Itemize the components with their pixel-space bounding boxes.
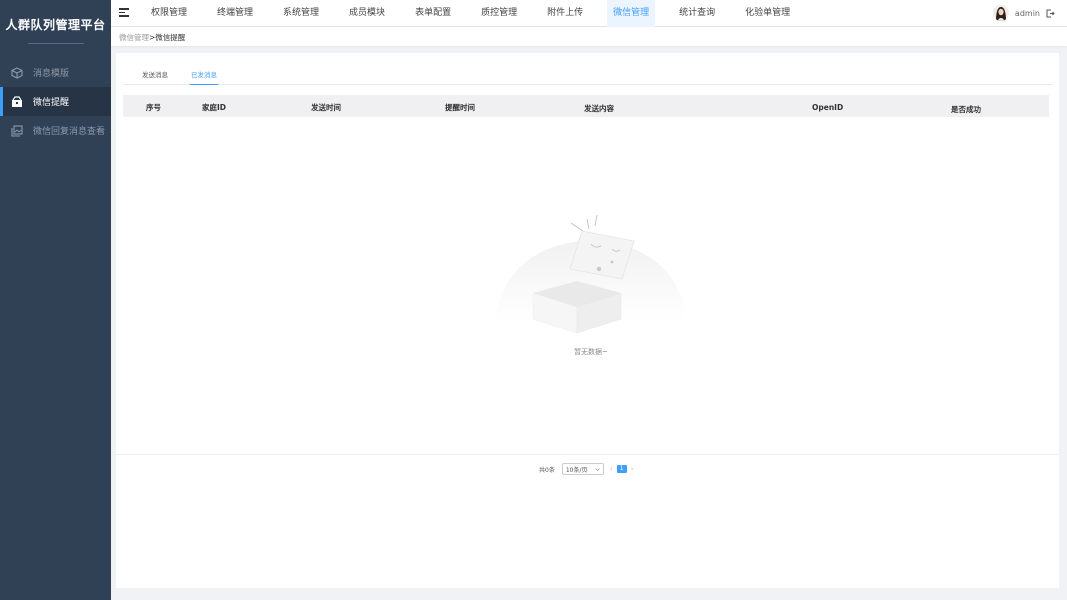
breadcrumb-current: 微信提醒 (155, 33, 186, 42)
sidebar-item-wechat-reminder[interactable]: 微信提醒 (0, 87, 111, 116)
nav-item-permissions[interactable]: 权限管理 (145, 0, 193, 27)
pagination-total: 共0条 (539, 466, 555, 474)
breadcrumb: 微信管理>微信提醒 (111, 27, 1067, 46)
page-size-value: 10条/页 (565, 466, 588, 474)
empty-state: 暂无数据~ (491, 211, 691, 361)
table-header: 序号 家庭ID 发送时间 提醒时间 发送内容 OpenID 是否成功 (123, 95, 1049, 117)
tab-send-message[interactable]: 发送消息 (141, 69, 169, 85)
divider (116, 454, 1059, 455)
top-header: 权限管理 终端管理 系统管理 成员模块 表单配置 质控管理 附件上传 微信管理 … (111, 0, 1067, 27)
nav-item-forms[interactable]: 表单配置 (409, 0, 457, 27)
pagination: 共0条 10条/页 ‹ 1 › (539, 463, 633, 475)
nav-item-attachments[interactable]: 附件上传 (541, 0, 589, 27)
nav-item-statistics[interactable]: 统计查询 (673, 0, 721, 27)
app-brand: 人群队列管理平台 (5, 17, 106, 32)
column-header-openid: OpenID (812, 103, 844, 112)
column-header-remind-time: 提醒时间 (445, 103, 475, 112)
tab-bar: 发送消息 已发消息 (123, 69, 1052, 85)
nav-item-terminals[interactable]: 终端管理 (211, 0, 259, 27)
username: admin (1014, 8, 1040, 18)
column-header-success: 是否成功 (951, 105, 981, 114)
gallery-icon (11, 124, 23, 137)
empty-box-illustration (496, 214, 686, 334)
box-icon (11, 95, 23, 108)
sidebar-item-wechat-replies[interactable]: 微信回复消息查看 (0, 116, 111, 145)
nav-item-quality-control[interactable]: 质控管理 (475, 0, 523, 27)
page-number-current[interactable]: 1 (616, 465, 627, 473)
top-nav: 权限管理 终端管理 系统管理 成员模块 表单配置 质控管理 附件上传 微信管理 … (145, 0, 814, 27)
sidebar-item-message-template[interactable]: 消息模版 (0, 58, 111, 87)
page-size-select[interactable]: 10条/页 (561, 463, 604, 475)
chevron-down-icon (595, 467, 600, 472)
nav-item-wechat[interactable]: 微信管理 (607, 0, 656, 27)
user-menu[interactable]: admin (992, 5, 1055, 21)
next-page-button[interactable]: › (631, 465, 634, 473)
nav-item-system[interactable]: 系统管理 (277, 0, 325, 27)
nav-item-members[interactable]: 成员模块 (343, 0, 391, 27)
hamburger-icon[interactable] (119, 8, 129, 18)
empty-text: 暂无数据~ (574, 348, 608, 356)
breadcrumb-parent[interactable]: 微信管理 (119, 33, 149, 42)
column-header-content: 发送内容 (584, 104, 614, 113)
column-header-send-time: 发送时间 (311, 103, 341, 112)
column-header-index: 序号 (146, 103, 161, 112)
prev-page-button[interactable]: ‹ (610, 465, 613, 473)
cube-icon (11, 66, 23, 79)
tab-sent-messages[interactable]: 已发消息 (190, 69, 218, 85)
logout-icon[interactable] (1046, 9, 1055, 18)
avatar[interactable] (992, 5, 1009, 21)
sidebar: 人群队列管理平台 消息模版 微信提醒 微信回复消息查看 (0, 0, 111, 600)
nav-item-lab-reports[interactable]: 化验单管理 (739, 0, 796, 27)
sidebar-item-label: 微信回复消息查看 (33, 127, 106, 137)
sidebar-item-label: 消息模版 (33, 69, 70, 79)
column-header-family-id: 家庭ID (202, 103, 227, 112)
brand-divider (27, 43, 84, 44)
content-panel: 发送消息 已发消息 序号 家庭ID 发送时间 提醒时间 发送内容 OpenID … (116, 53, 1059, 588)
sidebar-menu: 消息模版 微信提醒 微信回复消息查看 (0, 58, 111, 145)
sidebar-item-label: 微信提醒 (33, 98, 70, 108)
